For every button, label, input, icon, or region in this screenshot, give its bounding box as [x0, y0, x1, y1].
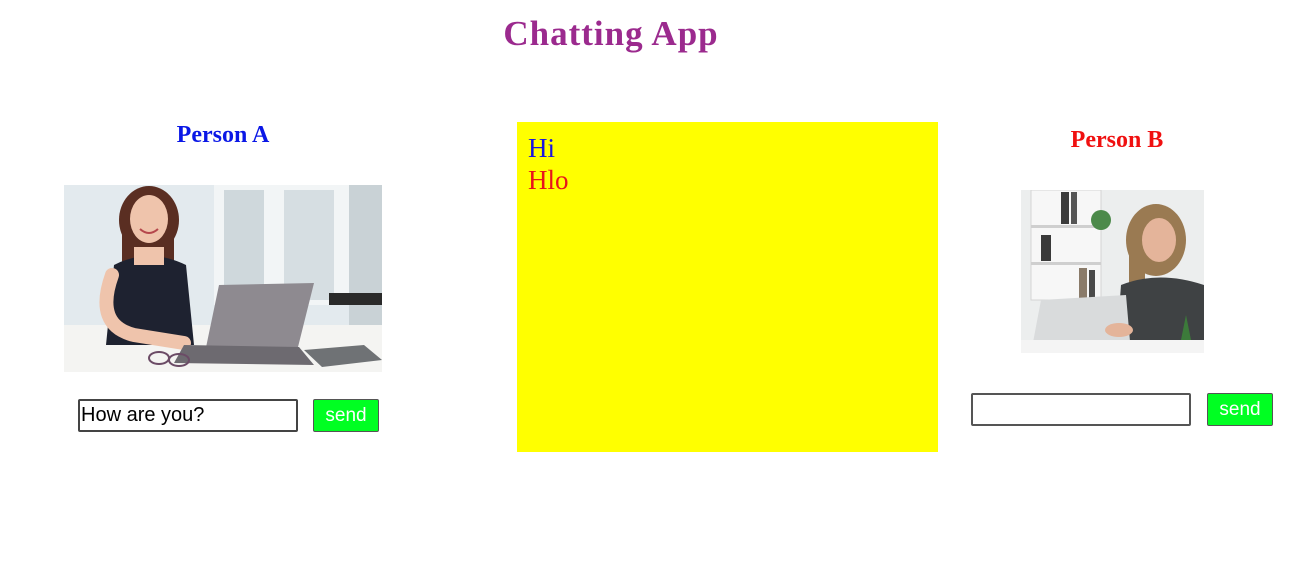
person-b-heading: Person B	[1070, 127, 1164, 153]
person-a-send-button[interactable]: send	[313, 399, 379, 432]
person-b-message-input[interactable]	[971, 393, 1191, 426]
page-title: Chatting App	[503, 14, 719, 53]
person-a-photo-illustration	[64, 185, 382, 372]
person-a-heading: Person A	[176, 122, 270, 148]
person-a-message-input[interactable]	[78, 399, 298, 432]
chatting-app-page: Chatting App Person A How are you? send …	[0, 0, 1295, 576]
person-a-photo	[64, 185, 382, 372]
person-b-send-button[interactable]: send	[1207, 393, 1273, 426]
chat-message-box: Hi Hlo	[517, 122, 938, 452]
person-b-photo	[1021, 190, 1204, 353]
person-b-photo-illustration	[1021, 190, 1204, 353]
chat-message: Hlo	[528, 165, 569, 195]
chat-message: Hi	[528, 133, 555, 163]
